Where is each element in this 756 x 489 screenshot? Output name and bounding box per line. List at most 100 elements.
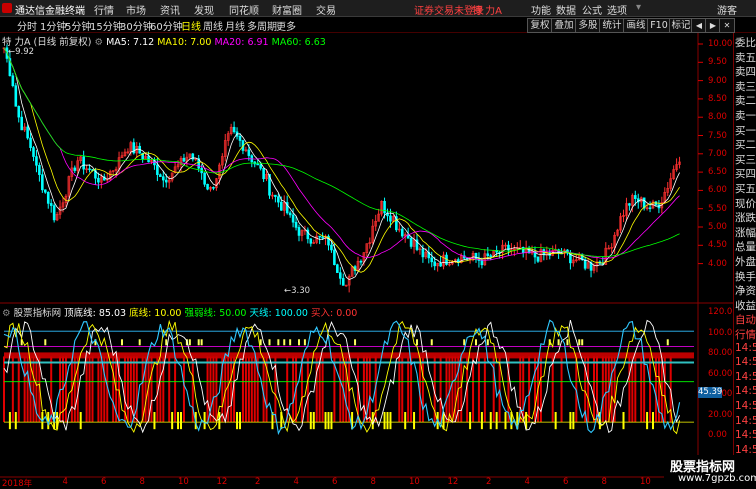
menu-data[interactable]: 数据: [556, 2, 576, 17]
candle-body: [49, 203, 53, 206]
price-tick: 6.50: [708, 167, 727, 178]
stats-button[interactable]: 统计: [599, 18, 625, 33]
indicator-low-bar: [504, 412, 507, 430]
candle-body: [212, 186, 215, 189]
quote-panel-item[interactable]: 14:5: [735, 400, 756, 412]
indicator-bar: [634, 356, 637, 423]
indicator-bar: [150, 356, 153, 423]
quote-panel-item[interactable]: 卖一: [735, 108, 756, 123]
menu-news[interactable]: 资讯: [160, 2, 180, 17]
period-more[interactable]: 更多: [276, 18, 296, 33]
kline-chart[interactable]: [0, 33, 733, 487]
indicator-low-bar: [180, 412, 182, 430]
quote-panel-item[interactable]: 行情: [735, 327, 756, 342]
quote-panel-item[interactable]: 14:5: [735, 429, 756, 441]
period-multi[interactable]: 多周期: [247, 18, 277, 33]
indicator-low-bar: [309, 412, 312, 430]
indicator-bar: [587, 356, 590, 423]
period-monthly[interactable]: 月线: [225, 18, 245, 33]
adjust-button[interactable]: 复权: [527, 18, 553, 33]
overlay-button[interactable]: 叠加: [551, 18, 577, 33]
quote-panel-item[interactable]: 卖四: [735, 64, 756, 79]
quote-panel-item[interactable]: 14:5: [735, 385, 756, 397]
quote-panel-item[interactable]: 涨跌: [735, 210, 756, 225]
bottom-line-label: 底线: 10.00: [129, 308, 182, 319]
quote-panel-item[interactable]: 14:5: [735, 415, 756, 427]
mark-button[interactable]: 标记: [669, 18, 693, 33]
period-daily[interactable]: 日线: [181, 18, 201, 33]
quote-panel-item[interactable]: 卖三: [735, 79, 756, 94]
quote-panel-item[interactable]: 委比: [735, 35, 756, 50]
multi-stock-button[interactable]: 多股: [575, 18, 601, 33]
indicator-low-bar: [239, 412, 241, 430]
candle-body: [17, 106, 21, 118]
menu-market[interactable]: 市场: [126, 2, 146, 17]
moving-averages: [3, 47, 680, 281]
menu-tonghuashun[interactable]: 同花顺: [229, 2, 259, 17]
quote-panel-item[interactable]: 总量: [735, 239, 756, 254]
close-icon[interactable]: ✕: [719, 18, 735, 33]
quote-panel-item[interactable]: 买五: [735, 181, 756, 196]
menu-quotes[interactable]: 行情: [94, 2, 114, 17]
price-tick: 6.00: [708, 185, 727, 196]
quote-panel-item[interactable]: 涨幅: [735, 225, 756, 240]
quote-panel-item[interactable]: 买三: [735, 152, 756, 167]
period-60min[interactable]: 60分钟: [150, 18, 183, 33]
oscillator-cyan: [3, 319, 681, 436]
candle-body: [232, 126, 236, 133]
menu-trade[interactable]: 交易: [316, 2, 336, 17]
indicator-top-band: [200, 339, 203, 346]
menu-discover[interactable]: 发现: [194, 2, 214, 17]
quote-panel-item[interactable]: 14:5: [735, 444, 756, 456]
quote-panel-item[interactable]: 自动: [735, 312, 756, 327]
period-weekly[interactable]: 周线: [203, 18, 223, 33]
settings-icon[interactable]: ⚙: [95, 37, 104, 48]
quote-panel-item[interactable]: 卖五: [735, 50, 756, 65]
indicator-settings-icon[interactable]: ⚙: [2, 308, 11, 319]
dropdown-icon[interactable]: ▾: [636, 2, 641, 13]
period-intraday[interactable]: 分时: [17, 18, 37, 33]
indicator-top-band: [165, 339, 168, 346]
candle-body: [480, 260, 484, 266]
price-tick: 9.00: [708, 75, 727, 86]
user-name[interactable]: 游客: [717, 2, 737, 17]
candle-body: [336, 264, 339, 273]
menu-formula[interactable]: 公式: [582, 2, 602, 17]
indicator-bar: [649, 356, 652, 423]
quote-panel-item[interactable]: 卖二: [735, 93, 756, 108]
ma20-line: [3, 47, 680, 261]
ma5-label: MA5: 7.12: [106, 37, 155, 48]
quote-panel-item[interactable]: 买二: [735, 137, 756, 152]
indicator-bar: [50, 356, 53, 423]
indicator-low-bar: [177, 412, 180, 430]
quote-panel-item[interactable]: 14:5: [735, 371, 756, 383]
quote-panel-item[interactable]: 现价: [735, 196, 756, 211]
candle-body: [73, 167, 77, 171]
indicator-low-bar: [469, 412, 472, 430]
quote-panel-item[interactable]: 净资: [735, 283, 756, 298]
quote-panel-item[interactable]: 14:5: [735, 342, 756, 354]
quote-panel-item[interactable]: 收益: [735, 298, 756, 313]
price-tick: 5.50: [708, 203, 727, 214]
menu-function[interactable]: 功能: [531, 2, 551, 17]
quote-panel-item[interactable]: 14:5: [735, 356, 756, 368]
quote-panel-item[interactable]: 买四: [735, 166, 756, 181]
quote-panel-item[interactable]: 买一: [735, 123, 756, 138]
candle-body: [52, 205, 56, 221]
indicator-top-band: [188, 339, 191, 346]
ground-line-label: 强弱线: 50.00: [184, 308, 247, 319]
quote-panel-item[interactable]: 换手: [735, 269, 756, 284]
menu-options[interactable]: 选项: [607, 2, 627, 17]
quote-panel-item[interactable]: 外盘: [735, 254, 756, 269]
indicator-low-bar: [495, 412, 498, 430]
indicator-bar: [244, 356, 247, 423]
period-5min[interactable]: 5分钟: [65, 18, 91, 33]
f10-button[interactable]: F10: [647, 18, 671, 33]
candle-body: [206, 183, 209, 190]
menu-fortune[interactable]: 财富圈: [272, 2, 302, 17]
indicator-bar: [451, 356, 454, 423]
draw-button[interactable]: 画线: [623, 18, 649, 33]
period-30min[interactable]: 30分钟: [120, 18, 153, 33]
period-1min[interactable]: 1分钟: [40, 18, 66, 33]
period-15min[interactable]: 15分钟: [90, 18, 123, 33]
